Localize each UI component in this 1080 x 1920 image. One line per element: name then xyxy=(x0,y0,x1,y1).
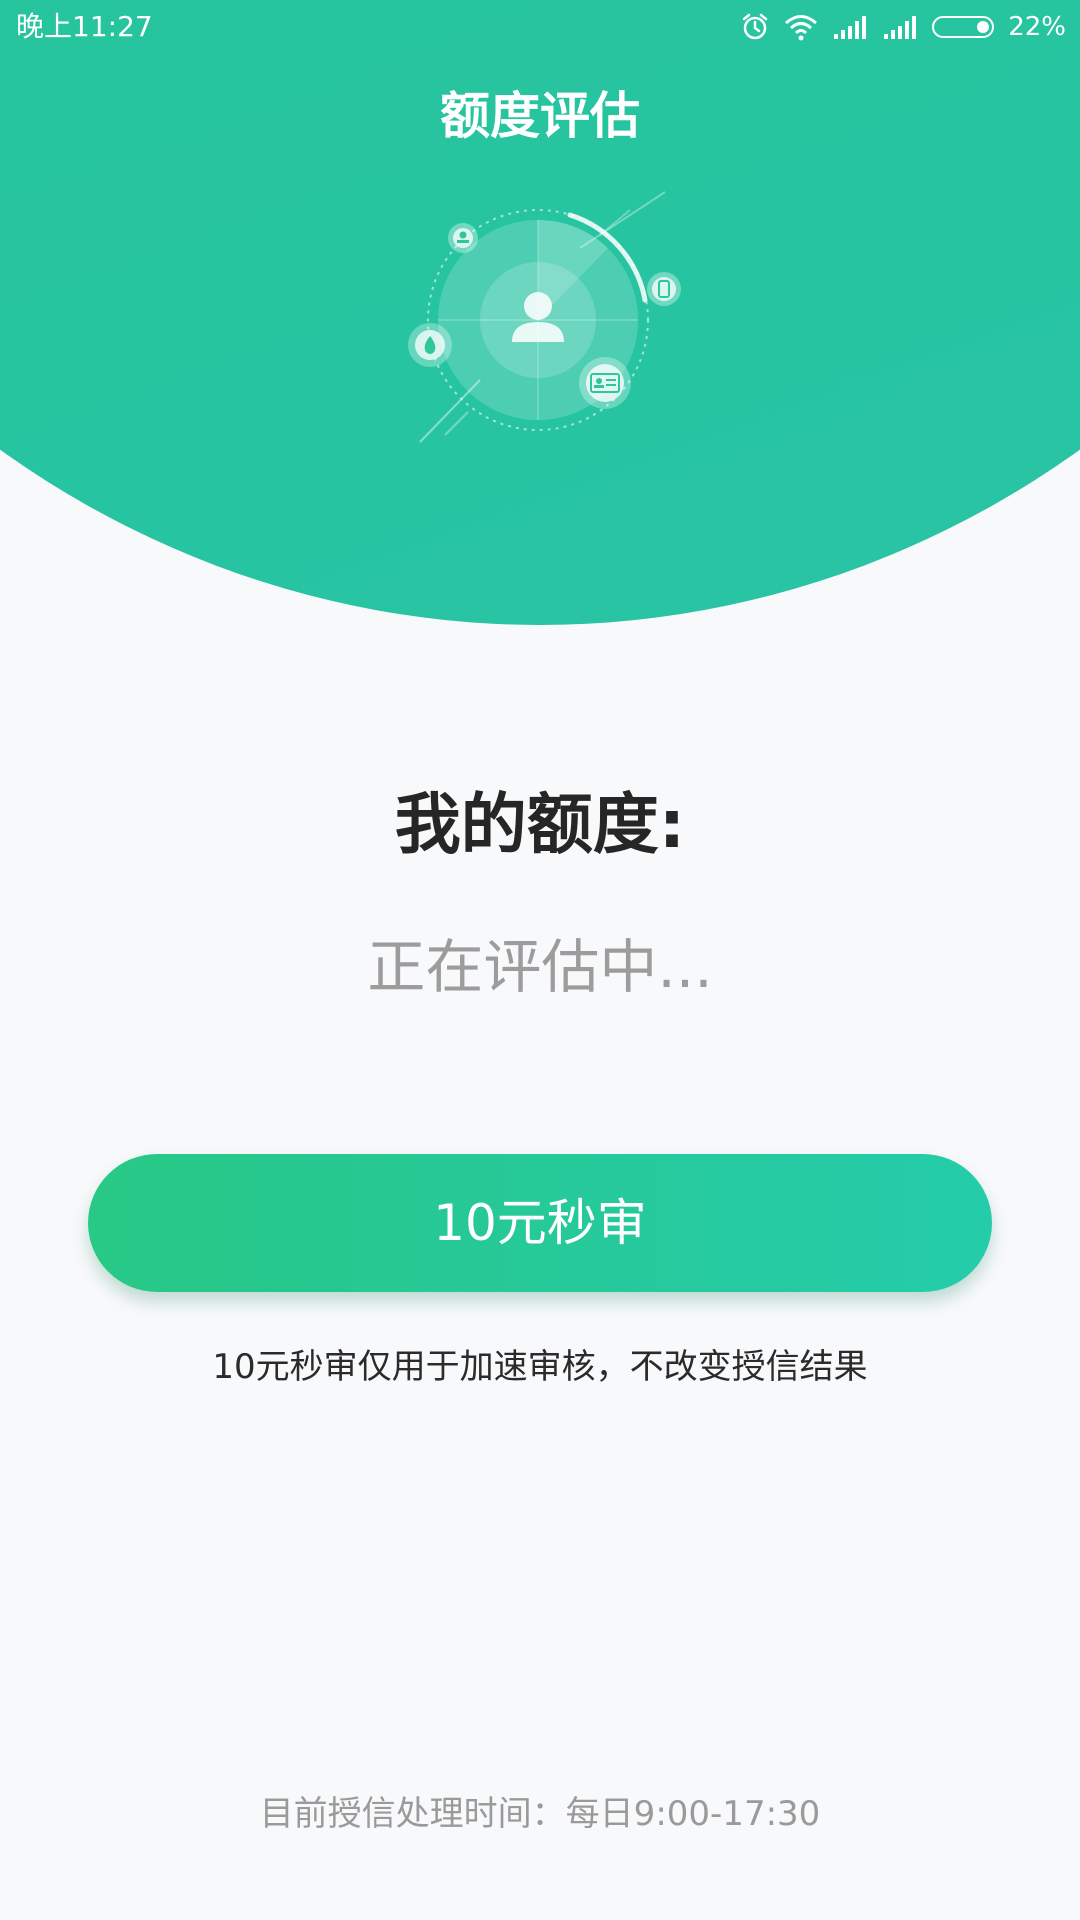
signal-icon xyxy=(884,16,917,39)
status-icons: 22% xyxy=(740,10,1066,44)
battery-icon xyxy=(932,16,995,38)
credit-evaluation-illustration xyxy=(408,191,681,443)
status-bar: 晚上11:27 22% xyxy=(0,0,1080,54)
id-card-icon xyxy=(579,357,631,409)
status-time: 晚上11:27 xyxy=(16,10,153,43)
quota-status: 正在评估中... xyxy=(367,933,713,1001)
phone-icon xyxy=(647,272,681,306)
alarm-icon xyxy=(742,13,768,40)
my-quota-label: 我的额度: xyxy=(394,786,686,863)
page-title: 额度评估 xyxy=(440,87,640,145)
battery-percentage: 22% xyxy=(1008,12,1066,42)
quick-review-note: 10元秒审仅用于加速审核，不改变授信结果 xyxy=(212,1347,868,1387)
signal-icon xyxy=(834,16,867,39)
drop-icon xyxy=(408,323,452,367)
processing-hours: 目前授信处理时间：每日9:00-17:30 xyxy=(259,1794,821,1834)
quick-review-button[interactable]: 10元秒审 xyxy=(88,1154,992,1292)
user-badge-icon xyxy=(448,223,478,253)
wifi-icon xyxy=(785,15,818,41)
app-screen: 晚上11:27 22% 额度评估 我的额度: 正在评估中... 10元秒审 10… xyxy=(0,0,1080,1920)
hero-banner: 晚上11:27 22% 额度评估 xyxy=(0,0,1080,625)
